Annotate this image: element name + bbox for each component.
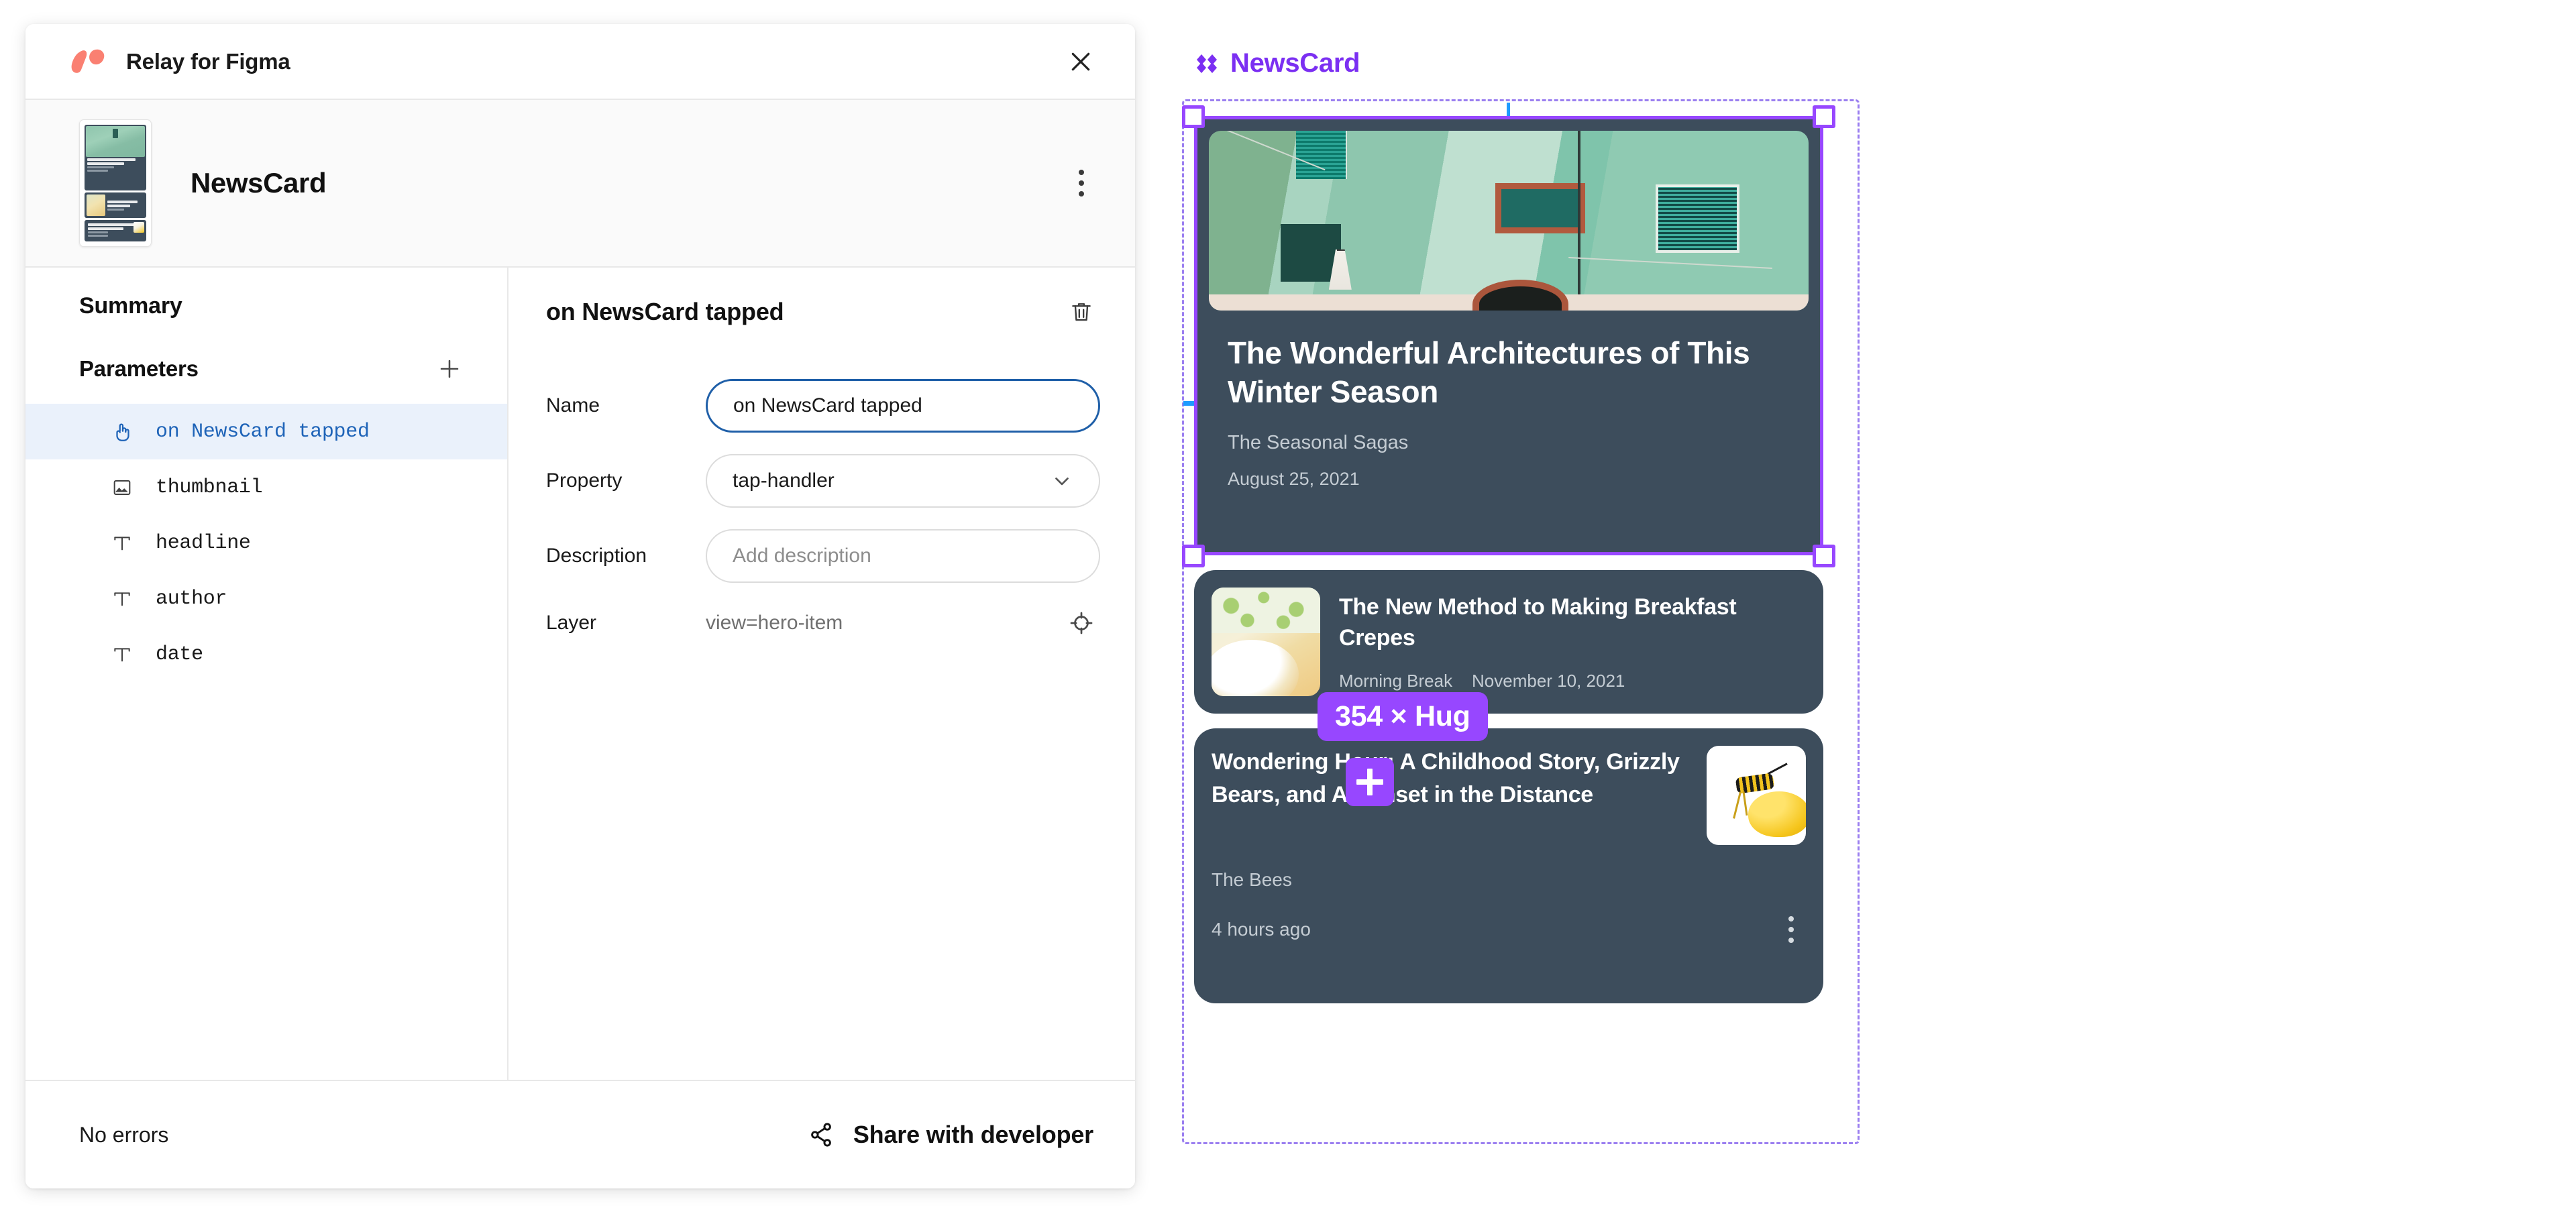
hero-author: The Seasonal Sagas	[1228, 431, 1409, 453]
hero-headline: The Wonderful Architectures of This Wint…	[1228, 335, 1750, 410]
plugin-footer: No errors Share with developer	[25, 1081, 1135, 1188]
tap-handler-icon	[111, 421, 144, 443]
canvas-component-label[interactable]: NewsCard	[1195, 48, 1360, 78]
name-label: Name	[546, 394, 600, 416]
layer-label: Layer	[546, 612, 597, 634]
description-input[interactable]: Add description	[706, 529, 1100, 583]
description-label: Description	[546, 545, 647, 567]
relay-logo-icon	[71, 49, 105, 73]
status-text: No errors	[79, 1122, 169, 1147]
mid-author: Morning Break	[1339, 671, 1453, 691]
hero-image	[1209, 131, 1809, 311]
property-label: Property	[546, 469, 623, 492]
low-author: The Bees	[1212, 869, 1292, 890]
description-placeholder: Add description	[733, 545, 871, 567]
detail-header: on NewsCard tapped	[543, 293, 1100, 331]
name-input[interactable]: on NewsCard tapped	[706, 379, 1100, 433]
description-field-row: Description Add description	[543, 529, 1100, 583]
selection-handle-bottom-left[interactable]	[1182, 545, 1205, 567]
summary-heading: Summary	[79, 293, 182, 319]
mid-meta: Morning Break November 10, 2021	[1339, 671, 1806, 691]
low-date: 4 hours ago	[1212, 919, 1311, 940]
parameter-label: thumbnail	[156, 476, 263, 499]
layer-value: view=hero-item	[706, 612, 843, 634]
chevron-down-icon	[1051, 469, 1073, 492]
property-select-value: tap-handler	[733, 469, 835, 492]
parameter-label: headline	[156, 531, 251, 555]
relay-plugin-panel: Relay for Figma NewsCard Summary Paramet…	[25, 24, 1135, 1188]
component-header: NewsCard	[25, 100, 1135, 268]
app-root: Relay for Figma NewsCard Summary Paramet…	[0, 0, 2576, 1226]
parameter-label: date	[156, 643, 203, 666]
component-diamond-icon	[1197, 54, 1217, 73]
property-select[interactable]: tap-handler	[706, 454, 1100, 508]
figma-canvas: NewsCard The Wonderful Architectures of …	[1181, 0, 2576, 1226]
mid-date: November 10, 2021	[1472, 671, 1625, 691]
text-icon	[111, 533, 144, 554]
parameters-header: Parameters	[25, 353, 507, 385]
low-card-menu-icon[interactable]	[1776, 915, 1806, 944]
bee-thumbnail	[1707, 746, 1806, 845]
hero-date: August 25, 2021	[1228, 468, 1360, 489]
parameter-detail-column: on NewsCard tapped Name on NewsCard tapp…	[508, 268, 1135, 1080]
text-icon	[111, 588, 144, 610]
parameter-row-thumbnail[interactable]: thumbnail	[25, 459, 507, 515]
plugin-body: Summary Parameters on NewsCard tapped th…	[25, 268, 1135, 1081]
mid-headline: The New Method to Making Breakfast Crepe…	[1339, 594, 1737, 651]
layer-row: Layer view=hero-item	[543, 604, 1100, 642]
add-component-button[interactable]	[1346, 758, 1394, 806]
crosshair-icon[interactable]	[1063, 604, 1100, 642]
add-parameter-button[interactable]	[433, 353, 466, 385]
component-thumbnail	[79, 119, 152, 247]
canvas-component-name: NewsCard	[1230, 48, 1360, 78]
plugin-titlebar: Relay for Figma	[25, 24, 1135, 100]
component-name: NewsCard	[191, 167, 327, 199]
share-with-developer-button[interactable]: Share with developer	[806, 1120, 1093, 1150]
parameter-row-author[interactable]: author	[25, 571, 507, 626]
plugin-title: Relay for Figma	[126, 48, 290, 74]
parameters-column: Summary Parameters on NewsCard tapped th…	[25, 268, 508, 1080]
newscard-hero[interactable]: The Wonderful Architectures of This Wint…	[1194, 116, 1823, 555]
parameters-heading: Parameters	[79, 356, 199, 381]
selection-handle-bottom-right[interactable]	[1813, 545, 1835, 567]
image-icon	[111, 477, 144, 498]
hero-card-text: The Wonderful Architectures of This Wint…	[1209, 311, 1809, 490]
parameter-row-date[interactable]: date	[25, 626, 507, 682]
newscard-item-2[interactable]: The New Method to Making Breakfast Crepe…	[1194, 570, 1823, 714]
parameter-row-headline[interactable]: headline	[25, 515, 507, 571]
selection-handle-top-right[interactable]	[1813, 105, 1835, 128]
parameter-label: author	[156, 587, 227, 610]
trash-icon[interactable]	[1063, 293, 1100, 331]
share-icon	[806, 1120, 836, 1150]
parameter-label: on NewsCard tapped	[156, 420, 370, 443]
close-icon[interactable]	[1061, 42, 1100, 81]
newscard-stack: The Wonderful Architectures of This Wint…	[1194, 116, 1823, 1003]
parameter-row-on-newscard-tapped[interactable]: on NewsCard tapped	[25, 404, 507, 459]
mid-card-text: The New Method to Making Breakfast Crepe…	[1320, 588, 1806, 696]
crepes-thumbnail	[1212, 588, 1320, 696]
name-input-value: on NewsCard tapped	[733, 394, 922, 416]
text-icon	[111, 644, 144, 665]
component-menu-icon[interactable]	[1063, 164, 1100, 202]
size-badge: 354 × Hug	[1318, 692, 1488, 741]
property-field-row: Property tap-handler	[543, 454, 1100, 508]
newscard-item-3[interactable]: Wondering Hour: A Childhood Story, Grizz…	[1194, 728, 1823, 1003]
low-headline: Wondering Hour: A Childhood Story, Grizz…	[1212, 749, 1680, 808]
name-field-row: Name on NewsCard tapped	[543, 379, 1100, 433]
selection-handle-top-left[interactable]	[1182, 105, 1205, 128]
detail-title: on NewsCard tapped	[546, 298, 784, 325]
share-label: Share with developer	[853, 1121, 1093, 1148]
